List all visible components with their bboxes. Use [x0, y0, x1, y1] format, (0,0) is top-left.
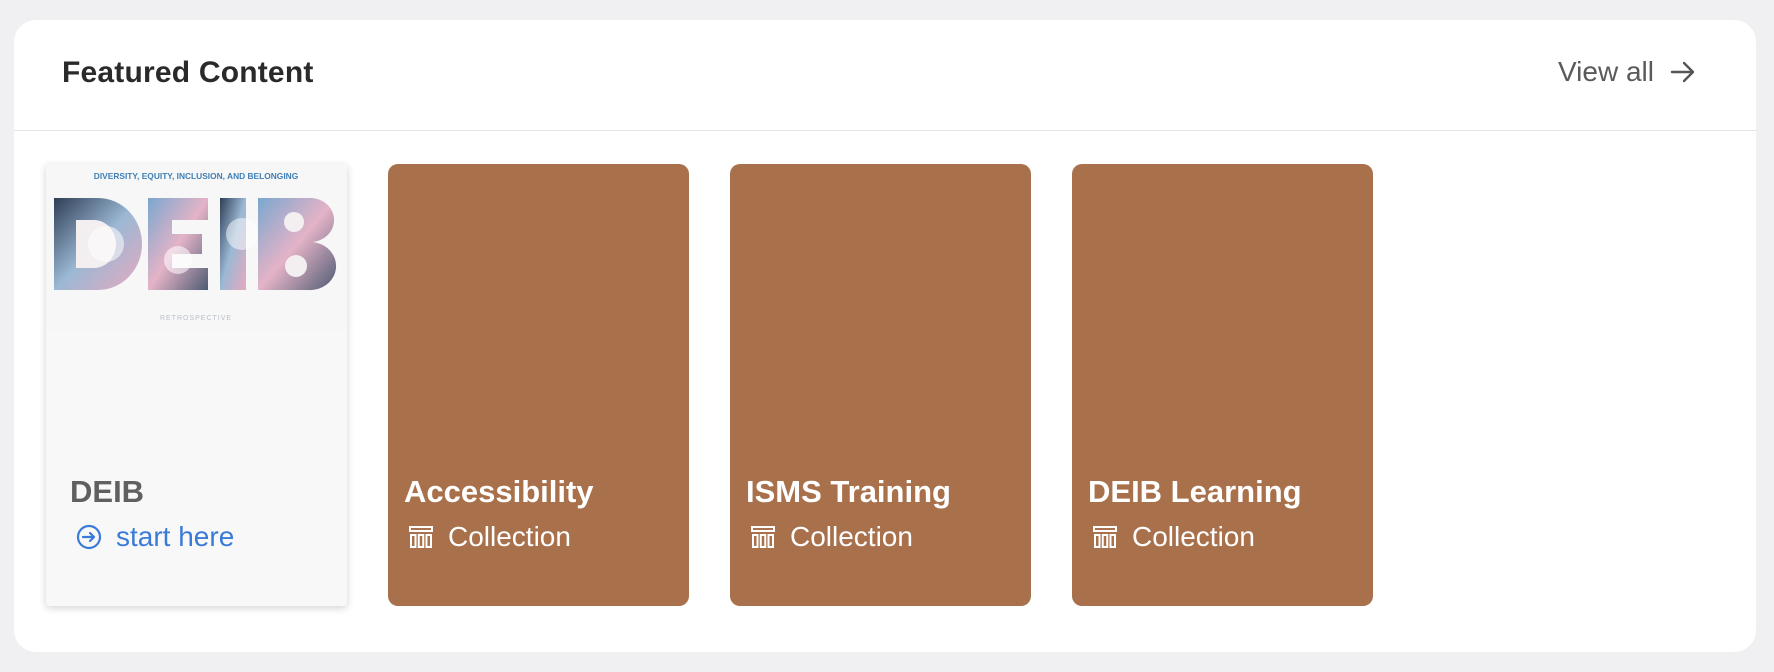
card-type-label: Collection: [1132, 521, 1255, 552]
collection-icon: [408, 524, 434, 550]
content-card-deib[interactable]: DIVERSITY, EQUITY, INCLUSION, AND BELONG…: [46, 164, 347, 606]
content-card-deib-learning[interactable]: DEIB Learning Collection: [1072, 164, 1373, 606]
card-title: Accessibility: [404, 474, 594, 509]
start-here-label: start here: [116, 521, 235, 552]
featured-content-panel: Featured Content View all DIVERSITY, EQU…: [14, 20, 1756, 652]
content-card-isms-training[interactable]: ISMS Training Collection: [730, 164, 1031, 606]
collection-icon: [1092, 524, 1118, 550]
card-title: DEIB: [70, 474, 145, 509]
card-title: ISMS Training: [746, 474, 951, 509]
start-here-link[interactable]: start here: [76, 521, 234, 553]
collection-icon: [750, 524, 776, 550]
cover-bottom-text: RETROSPECTIVE: [160, 315, 232, 322]
arrow-right-icon: [1670, 60, 1696, 84]
card-type: Collection: [1092, 521, 1255, 553]
view-all-label: View all: [1558, 56, 1654, 87]
arrow-circle-right-icon: [76, 524, 102, 550]
card-type: Collection: [408, 521, 571, 553]
deib-cover-image: DIVERSITY, EQUITY, INCLUSION, AND BELONG…: [46, 164, 347, 332]
view-all-link[interactable]: View all: [1558, 56, 1696, 88]
card-title: DEIB Learning: [1088, 474, 1302, 509]
card-type-label: Collection: [448, 521, 571, 552]
content-card-accessibility[interactable]: Accessibility Collection: [388, 164, 689, 606]
panel-header: Featured Content View all: [14, 20, 1756, 131]
card-type: Collection: [750, 521, 913, 553]
cover-top-text: DIVERSITY, EQUITY, INCLUSION, AND BELONG…: [94, 171, 298, 181]
card-type-label: Collection: [790, 521, 913, 552]
section-title: Featured Content: [62, 56, 314, 89]
